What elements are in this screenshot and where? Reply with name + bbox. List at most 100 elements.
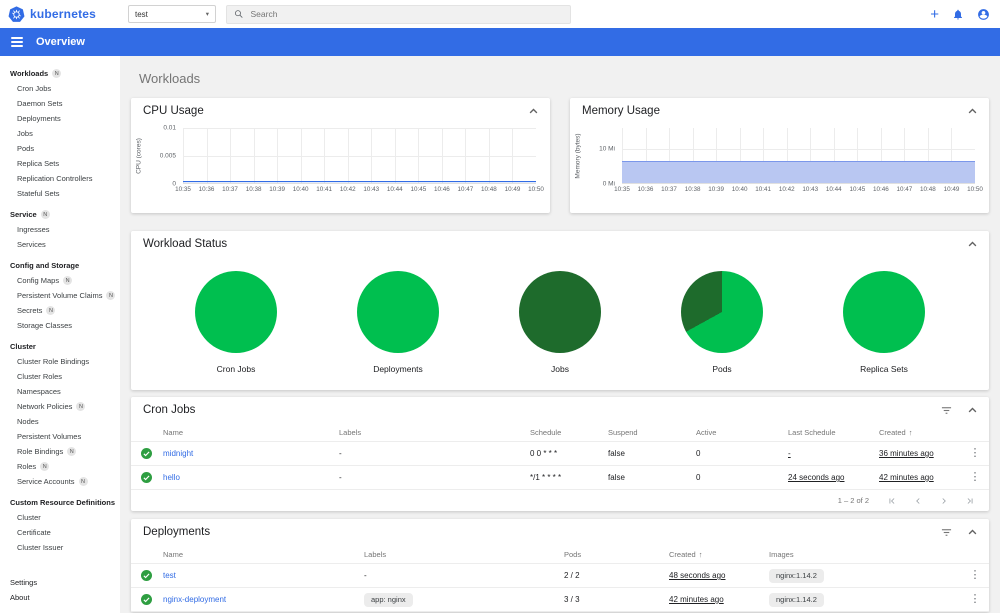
kebab-menu-icon[interactable]: ⋮ — [970, 472, 981, 483]
sidebar-item-cron-jobs[interactable]: Cron Jobs — [0, 81, 120, 96]
sidebar-item-secrets[interactable]: Secrets N — [0, 303, 120, 318]
collapse-chevron-up-icon[interactable] — [968, 407, 977, 413]
workload-donut-pods[interactable]: Pods — [681, 271, 763, 374]
column-header-created: Created ↑ — [879, 428, 961, 437]
sidebar-item-custom-resource-definitions[interactable]: Custom Resource Definitions — [0, 495, 120, 510]
column-header-label[interactable]: Labels — [364, 550, 386, 559]
sidebar-item-label: Role Bindings — [17, 447, 64, 456]
sidebar-item-workloads[interactable]: Workloads N — [0, 66, 120, 81]
sidebar-item-network-policies[interactable]: Network Policies N — [0, 399, 120, 414]
sidebar-item-replica-sets[interactable]: Replica Sets — [0, 156, 120, 171]
kebab-menu-icon[interactable]: ⋮ — [970, 448, 981, 459]
sidebar-item-replication-controllers[interactable]: Replication Controllers — [0, 171, 120, 186]
sidebar-item-service-accounts[interactable]: Service Accounts N — [0, 474, 120, 489]
sidebar-item-label: Service Accounts — [17, 477, 75, 486]
sidebar-item-storage-classes[interactable]: Storage Classes — [0, 318, 120, 333]
label-empty: - — [339, 449, 342, 458]
sidebar-item-role-bindings[interactable]: Role Bindings N — [0, 444, 120, 459]
sidebar-item-nodes[interactable]: Nodes — [0, 414, 120, 429]
donut-label: Replica Sets — [860, 364, 908, 374]
next-page-icon[interactable] — [939, 496, 949, 506]
column-header-label[interactable]: Suspend — [608, 428, 638, 437]
sort-ascending-icon[interactable]: ↑ — [699, 550, 703, 559]
column-header-label[interactable]: Name — [163, 550, 183, 559]
column-header-label[interactable]: Labels — [339, 428, 361, 437]
sidebar-item-jobs[interactable]: Jobs — [0, 126, 120, 141]
sidebar-item-settings[interactable]: Settings — [0, 575, 120, 590]
column-header-label[interactable]: Created — [669, 550, 696, 559]
sidebar-item-config-and-storage[interactable]: Config and Storage — [0, 258, 120, 273]
sidebar-item-persistent-volumes[interactable]: Persistent Volumes — [0, 429, 120, 444]
sidebar-item-ingresses[interactable]: Ingresses — [0, 222, 120, 237]
sidebar-item-namespaces[interactable]: Namespaces — [0, 384, 120, 399]
search-bar[interactable] — [226, 4, 571, 24]
blue-toolbar: Overview — [0, 28, 1000, 56]
column-header-labels: Labels — [364, 550, 564, 559]
brand[interactable]: kubernetes — [0, 5, 120, 23]
collapse-chevron-up-icon[interactable] — [529, 108, 538, 114]
cpu-y-ticks: 0.01 0.005 0 — [145, 125, 183, 188]
sidebar-item-roles[interactable]: Roles N — [0, 459, 120, 474]
collapse-chevron-up-icon[interactable] — [968, 108, 977, 114]
prev-page-icon[interactable] — [913, 496, 923, 506]
create-resource-plus-icon[interactable]: + — [930, 7, 939, 22]
collapse-chevron-up-icon[interactable] — [968, 241, 977, 247]
first-page-icon[interactable] — [887, 496, 897, 506]
cpu-y-axis-label: CPU (cores) — [135, 138, 143, 174]
sidebar-item-cluster-role-bindings[interactable]: Cluster Role Bindings — [0, 354, 120, 369]
column-header-label[interactable]: Name — [163, 428, 183, 437]
sidebar-item-cluster-issuer[interactable]: Cluster Issuer — [0, 540, 120, 555]
sidebar-item-pods[interactable]: Pods — [0, 141, 120, 156]
workload-status-card: Workload Status Cron Jobs Deployments Jobs… — [131, 231, 989, 390]
table-header-row: Name Labels Pods Created ↑ Images — [131, 545, 989, 564]
donut-chart — [519, 271, 601, 353]
resource-link[interactable]: midnight — [163, 449, 193, 458]
column-header-label[interactable]: Active — [696, 428, 716, 437]
sidebar-item-config-maps[interactable]: Config Maps N — [0, 273, 120, 288]
sort-ascending-icon[interactable]: ↑ — [909, 428, 913, 437]
column-header-label[interactable]: Created — [879, 428, 906, 437]
sidebar-item-daemon-sets[interactable]: Daemon Sets — [0, 96, 120, 111]
kebab-menu-icon[interactable]: ⋮ — [970, 570, 981, 581]
column-header-label[interactable]: Schedule — [530, 428, 561, 437]
sidebar-item-services[interactable]: Services — [0, 237, 120, 252]
sidebar-item-service[interactable]: Service N — [0, 207, 120, 222]
filter-icon[interactable] — [941, 406, 952, 415]
sidebar-item-deployments[interactable]: Deployments — [0, 111, 120, 126]
sidebar-item-certificate[interactable]: Certificate — [0, 525, 120, 540]
sidebar-item-cluster[interactable]: Cluster — [0, 510, 120, 525]
sidebar-item-cluster-roles[interactable]: Cluster Roles — [0, 369, 120, 384]
workload-donut-replica-sets[interactable]: Replica Sets — [843, 271, 925, 374]
workload-donut-cron-jobs[interactable]: Cron Jobs — [195, 271, 277, 374]
pods-cell-value: 2 / 2 — [564, 571, 580, 580]
resource-link[interactable]: nginx-deployment — [163, 595, 226, 604]
collapse-chevron-up-icon[interactable] — [968, 529, 977, 535]
column-header-label[interactable]: Images — [769, 550, 794, 559]
column-header-label[interactable]: Last Schedule — [788, 428, 836, 437]
last-page-icon[interactable] — [965, 496, 975, 506]
notifications-bell-icon[interactable] — [952, 8, 964, 21]
search-input[interactable] — [250, 9, 563, 19]
workload-donut-jobs[interactable]: Jobs — [519, 271, 601, 374]
workload-status-header: Workload Status — [131, 231, 989, 257]
resource-link[interactable]: test — [163, 571, 176, 580]
memory-y-axis-label: Memory (bytes) — [574, 133, 582, 179]
column-header-name: Name — [163, 428, 339, 437]
memory-y-ticks: 10 Mi 0 Mi — [584, 128, 622, 188]
menu-hamburger-icon[interactable] — [11, 37, 23, 47]
sidebar-item-about[interactable]: About — [0, 590, 120, 605]
sidebar-item-cluster[interactable]: Cluster — [0, 339, 120, 354]
filter-icon[interactable] — [941, 528, 952, 537]
top-header: kubernetes test ▾ + — [0, 0, 1000, 28]
resource-link[interactable]: hello — [163, 473, 180, 482]
workload-donut-deployments[interactable]: Deployments — [357, 271, 439, 374]
user-account-icon[interactable] — [977, 8, 990, 21]
sidebar-item-persistent-volume-claims[interactable]: Persistent Volume Claims N — [0, 288, 120, 303]
column-header-label[interactable]: Pods — [564, 550, 581, 559]
last-schedule-cell-value: - — [788, 449, 791, 458]
namespace-select[interactable]: test ▾ — [128, 5, 216, 23]
kebab-menu-icon[interactable]: ⋮ — [970, 594, 981, 605]
v-gridline — [488, 128, 490, 183]
x-tick-label: 10:42 — [778, 186, 795, 193]
sidebar-item-stateful-sets[interactable]: Stateful Sets — [0, 186, 120, 201]
